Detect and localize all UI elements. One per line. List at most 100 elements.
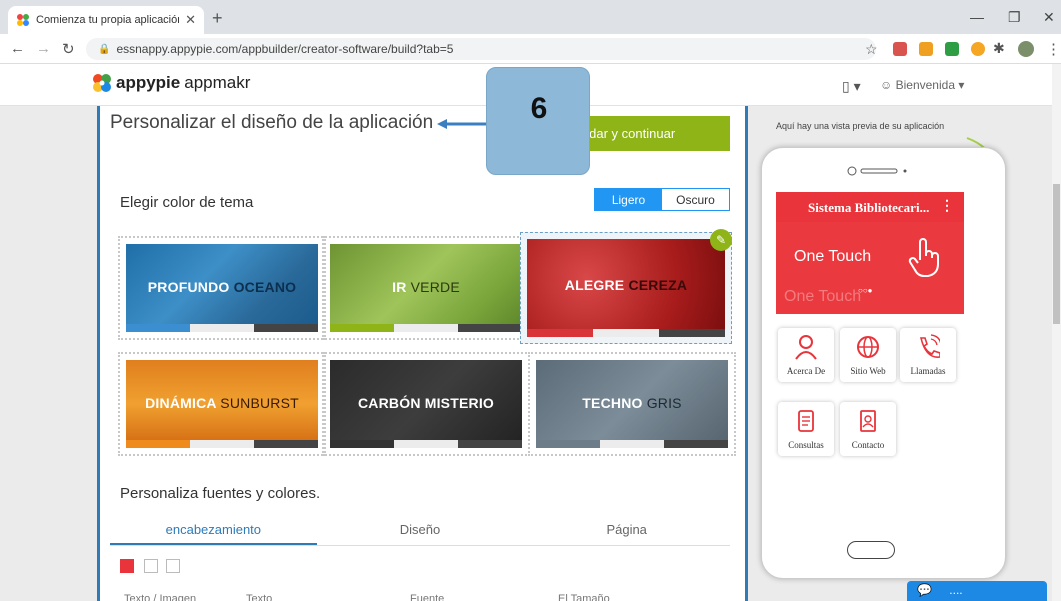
chevron-down-icon: ▾ <box>958 78 965 92</box>
carousel-dots: ○○● <box>858 286 873 295</box>
app-icon-website: Sitio Web <box>840 328 896 382</box>
app-icon-label: Acerca De <box>786 366 826 376</box>
theme-preview: DINÁMICA SUNBURST <box>126 360 318 448</box>
banner-text: One Touch <box>794 248 872 265</box>
light-mode-button[interactable]: Ligero <box>595 189 662 210</box>
close-window-icon[interactable]: ✕ <box>1043 9 1055 26</box>
tab-page[interactable]: Página <box>523 516 730 545</box>
theme-label: IR VERDE <box>392 279 460 295</box>
restore-icon[interactable]: ❐ <box>1008 9 1021 26</box>
phone-home-button <box>847 541 895 559</box>
new-tab-icon[interactable]: + <box>212 9 223 27</box>
theme-preview: ALEGRE CEREZA <box>527 239 725 337</box>
app-icon-label: Sitio Web <box>850 366 886 376</box>
theme-label: DINÁMICA SUNBURST <box>145 395 299 411</box>
tab-title: Comienza tu propia aplicación e <box>36 14 180 26</box>
browser-tab[interactable]: Comienza tu propia aplicación e ✕ <box>8 6 204 34</box>
theme-preview: PROFUNDO OCEANO <box>126 244 318 332</box>
browser-tabstrip: Comienza tu propia aplicación e ✕ + — ❐ … <box>0 0 1061 34</box>
column-text-image: Texto / Imagen <box>124 593 197 601</box>
app-icon-label: Contacto <box>851 440 885 450</box>
url-text: essnappy.appypie.com/appbuilder/creator-… <box>116 42 454 56</box>
extension-icon[interactable] <box>971 42 985 56</box>
minimize-icon[interactable]: — <box>970 9 984 25</box>
puzzle-extensions-icon[interactable]: ✱ <box>993 40 1005 57</box>
column-font: Fuente <box>410 593 445 601</box>
app-title: Sistema Bibliotecari... <box>808 200 930 215</box>
pdf-extension-icon[interactable] <box>893 42 907 56</box>
page-scrollbar[interactable] <box>1052 64 1061 601</box>
logo[interactable]: appypie appmakr <box>92 73 250 93</box>
edit-theme-icon[interactable]: ✎ <box>710 229 732 251</box>
theme-preview: CARBÓN MISTERIO <box>330 360 522 448</box>
brand-name: appypie <box>116 73 181 92</box>
close-tab-icon[interactable]: ✕ <box>185 12 196 28</box>
fonts-colors-heading: Personaliza fuentes y colores. <box>120 485 321 502</box>
dark-mode-button[interactable]: Oscuro <box>662 189 729 210</box>
step-callout: 6 <box>486 67 590 175</box>
theme-preview: TECHNO GRIS <box>536 360 728 448</box>
color-swatch-white[interactable] <box>166 559 180 573</box>
back-icon[interactable]: ← <box>10 40 25 57</box>
chat-label: .... <box>949 583 963 597</box>
preview-label: Aquí hay una vista previa de su aplicaci… <box>776 121 945 131</box>
font-tabs: encabezamiento Diseño Página <box>110 516 730 546</box>
app-icon-inquiries: Consultas <box>778 402 834 456</box>
touch-hand-icon <box>908 238 939 277</box>
theme-label: TECHNO GRIS <box>582 395 682 411</box>
color-swatch-red[interactable] <box>120 559 134 573</box>
address-bar: ← → ↻ 🔒 essnappy.appypie.com/appbuilder/… <box>0 34 1061 64</box>
phone-speaker-icon <box>847 166 907 176</box>
user-menu[interactable]: ☺ Bienvenida ▾ <box>880 78 964 92</box>
person-icon <box>795 335 817 360</box>
theme-card-carbon[interactable]: CARBÓN MISTERIO <box>322 352 530 456</box>
forward-icon[interactable]: → <box>36 40 51 57</box>
theme-color-bars <box>330 324 522 332</box>
theme-card-sunburst[interactable]: DINÁMICA SUNBURST <box>118 352 326 456</box>
product-name: appmakr <box>184 73 251 92</box>
tab-header[interactable]: encabezamiento <box>110 516 317 545</box>
theme-card-ocean[interactable]: PROFUNDO OCEANO <box>118 236 326 340</box>
user-icon: ☺ <box>880 78 893 92</box>
bookmark-star-icon[interactable]: ☆ <box>865 41 878 58</box>
theme-preview: IR VERDE <box>330 244 522 332</box>
app-banner: One Touch One Touch ○○● <box>776 222 964 314</box>
step-number: 6 <box>530 92 548 125</box>
theme-label: PROFUNDO OCEANO <box>147 279 297 295</box>
url-field[interactable]: 🔒 essnappy.appypie.com/appbuilder/creato… <box>86 38 876 60</box>
theme-card-cherry[interactable]: ALEGRE CEREZA <box>520 232 732 344</box>
color-swatch-white[interactable] <box>144 559 158 573</box>
phone-preview: Sistema Bibliotecari... ⋮ One Touch One T… <box>761 147 1006 579</box>
app-menu-icon: ⋮ <box>940 199 954 214</box>
sheets-extension-icon[interactable] <box>945 42 959 56</box>
extension-icon[interactable] <box>919 42 933 56</box>
chat-widget[interactable]: 💬 .... <box>907 581 1047 601</box>
column-size: El Tamaño <box>558 593 610 601</box>
appypie-logo-icon <box>93 74 111 92</box>
browser-menu-icon[interactable]: ⋮ <box>1046 40 1061 58</box>
theme-color-bars <box>536 440 728 448</box>
welcome-label: Bienvenida <box>895 78 955 92</box>
phone-screen: Sistema Bibliotecari... ⋮ One Touch One T… <box>776 192 964 514</box>
theme-mode-toggle: Ligero Oscuro <box>594 188 730 211</box>
app-icon-contact: Contacto <box>840 402 896 456</box>
profile-avatar[interactable] <box>1018 41 1034 57</box>
theme-color-bars <box>126 440 318 448</box>
device-selector[interactable]: ▯ ▾ <box>842 78 861 95</box>
theme-card-green[interactable]: IR VERDE <box>322 236 530 340</box>
tab-design[interactable]: Diseño <box>317 516 524 545</box>
lock-icon: 🔒 <box>98 43 111 55</box>
contact-book-icon <box>860 410 876 432</box>
column-text: Texto <box>246 593 273 601</box>
reload-icon[interactable]: ↻ <box>62 40 75 58</box>
app-icon-about: Acerca De <box>778 328 834 382</box>
theme-label: ALEGRE CEREZA <box>564 277 688 293</box>
design-panel: Personalizar el diseño de la aplicación … <box>97 106 748 601</box>
theme-card-techno[interactable]: TECHNO GRIS <box>528 352 736 456</box>
page-title: Personalizar el diseño de la aplicación <box>110 112 434 133</box>
scrollbar-thumb[interactable] <box>1053 184 1060 324</box>
callout-arrow-icon <box>437 119 489 129</box>
globe-icon <box>857 336 879 358</box>
app-icon-label: Llamadas <box>910 366 946 376</box>
choose-theme-label: Elegir color de tema <box>120 194 254 211</box>
